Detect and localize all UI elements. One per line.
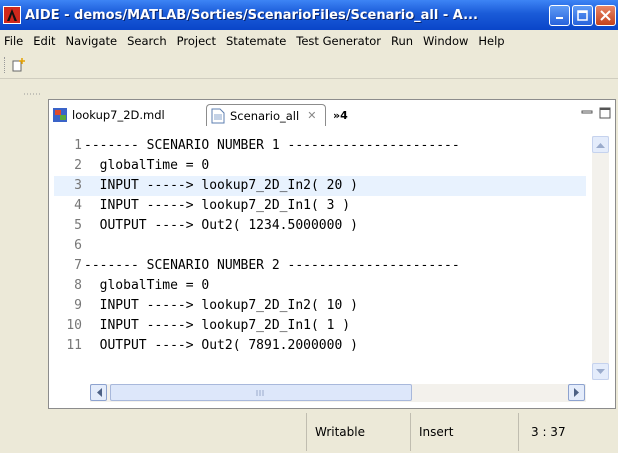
line-number: 9 — [74, 298, 82, 313]
toolbar — [0, 52, 618, 78]
menu-help[interactable]: Help — [474, 34, 508, 48]
menu-run[interactable]: Run — [387, 34, 417, 48]
arrow-down-icon — [596, 368, 605, 374]
menu-edit[interactable]: Edit — [29, 34, 59, 48]
arrow-right-icon — [573, 388, 579, 397]
maximize-icon — [577, 9, 588, 21]
code-editor[interactable]: 1 ------- SCENARIO NUMBER 1 -------------… — [54, 136, 590, 380]
code-line: 5 OUTPUT ----> Out2( 1234.5000000 ) — [54, 216, 586, 236]
code-line: 7 ------- SCENARIO NUMBER 2 -------------… — [54, 256, 586, 276]
menu-project[interactable]: Project — [173, 34, 220, 48]
tab-scenario-all-label: Scenario_all — [230, 108, 300, 123]
trim-grip-icon[interactable] — [24, 92, 40, 96]
toolbar-grip[interactable] — [4, 57, 7, 73]
window-titlebar[interactable]: AIDE - demos/MATLAB/Sorties/ScenarioFile… — [0, 0, 618, 30]
line-number: 2 — [74, 158, 82, 173]
new-file-icon[interactable] — [11, 57, 27, 73]
close-icon — [600, 9, 611, 21]
line-number: 7 — [74, 258, 82, 273]
line-number: 5 — [74, 218, 82, 233]
line-text: INPUT -----> lookup7_2D_In2( 20 ) — [84, 178, 358, 193]
minimize-view-icon[interactable] — [580, 107, 594, 119]
line-text: ------- SCENARIO NUMBER 2 --------------… — [84, 258, 460, 273]
line-text: OUTPUT ----> Out2( 7891.2000000 ) — [84, 338, 358, 353]
aide-app-icon — [3, 6, 21, 24]
grip-icon — [256, 389, 264, 396]
line-number: 11 — [66, 338, 82, 353]
code-line: 11 OUTPUT ----> Out2( 7891.2000000 ) — [54, 336, 586, 356]
line-text: ------- SCENARIO NUMBER 1 --------------… — [84, 138, 460, 153]
status-insert: Insert — [410, 413, 518, 451]
tab-lookup7-2d-label: lookup7_2D.mdl — [72, 108, 165, 122]
menu-file[interactable]: File — [0, 34, 27, 48]
menu-search[interactable]: Search — [123, 34, 171, 48]
line-number: 3 — [74, 178, 82, 193]
minimize-button[interactable] — [549, 4, 570, 26]
tab-scenario-all[interactable]: Scenario_all ✕ — [206, 104, 326, 126]
line-text: globalTime = 0 — [84, 278, 210, 293]
code-line: 2 globalTime = 0 — [54, 156, 586, 176]
scroll-left-button[interactable] — [90, 384, 107, 401]
scroll-right-button[interactable] — [568, 384, 585, 401]
text-file-icon — [211, 108, 225, 123]
line-text: INPUT -----> lookup7_2D_In1( 3 ) — [84, 198, 351, 213]
maximize-view-icon[interactable] — [598, 107, 612, 119]
tab-lookup7-2d[interactable]: lookup7_2D.mdl — [52, 104, 202, 126]
arrow-up-icon — [596, 142, 605, 148]
status-position-text: 3 : 37 — [531, 425, 566, 439]
menu-navigate[interactable]: Navigate — [62, 34, 122, 48]
line-number: 10 — [66, 318, 82, 333]
scroll-up-button[interactable] — [592, 136, 609, 153]
tab-overflow-button[interactable]: »4 — [333, 104, 363, 126]
model-file-icon — [53, 108, 67, 122]
code-line: 6 — [54, 236, 586, 256]
status-writable: Writable — [306, 413, 410, 451]
line-number: 6 — [74, 238, 82, 253]
tab-close-icon[interactable]: ✕ — [307, 109, 316, 122]
scroll-thumb[interactable] — [110, 384, 412, 401]
line-text: globalTime = 0 — [84, 158, 210, 173]
code-line: 1 ------- SCENARIO NUMBER 1 -------------… — [54, 136, 586, 156]
code-line: 10 INPUT -----> lookup7_2D_In1( 1 ) — [54, 316, 586, 336]
status-writable-text: Writable — [315, 425, 365, 439]
close-window-button[interactable] — [595, 4, 616, 26]
code-line-current: 3 INPUT -----> lookup7_2D_In2( 20 ) — [54, 176, 586, 196]
line-number: 1 — [74, 138, 82, 153]
menu-test-generator[interactable]: Test Generator — [292, 34, 385, 48]
code-line: 9 INPUT -----> lookup7_2D_In2( 10 ) — [54, 296, 586, 316]
horizontal-scrollbar[interactable] — [90, 384, 586, 402]
scroll-down-button[interactable] — [592, 363, 609, 380]
menu-statemate[interactable]: Statemate — [222, 34, 290, 48]
status-insert-text: Insert — [419, 425, 454, 439]
line-text: INPUT -----> lookup7_2D_In1( 1 ) — [84, 318, 351, 333]
arrow-left-icon — [96, 388, 102, 397]
editor-tab-row: lookup7_2D.mdl Scenario_all ✕ »4 — [48, 104, 618, 126]
line-text: INPUT -----> lookup7_2D_In2( 10 ) — [84, 298, 358, 313]
minimize-icon — [555, 17, 563, 19]
code-line: 4 INPUT -----> lookup7_2D_In1( 3 ) — [54, 196, 586, 216]
line-number: 4 — [74, 198, 82, 213]
status-bar: Writable Insert 3 : 37 — [0, 411, 618, 453]
vertical-scrollbar[interactable] — [592, 136, 609, 380]
maximize-button[interactable] — [572, 4, 593, 26]
line-number: 8 — [74, 278, 82, 293]
status-cursor-position: 3 : 37 — [518, 413, 618, 451]
code-line: 8 globalTime = 0 — [54, 276, 586, 296]
window-title: AIDE - demos/MATLAB/Sorties/ScenarioFile… — [25, 7, 478, 23]
line-text: OUTPUT ----> Out2( 1234.5000000 ) — [84, 218, 358, 233]
toolbar-separator — [0, 78, 618, 79]
menu-bar: File Edit Navigate Search Project Statem… — [0, 30, 618, 52]
menu-window[interactable]: Window — [419, 34, 472, 48]
